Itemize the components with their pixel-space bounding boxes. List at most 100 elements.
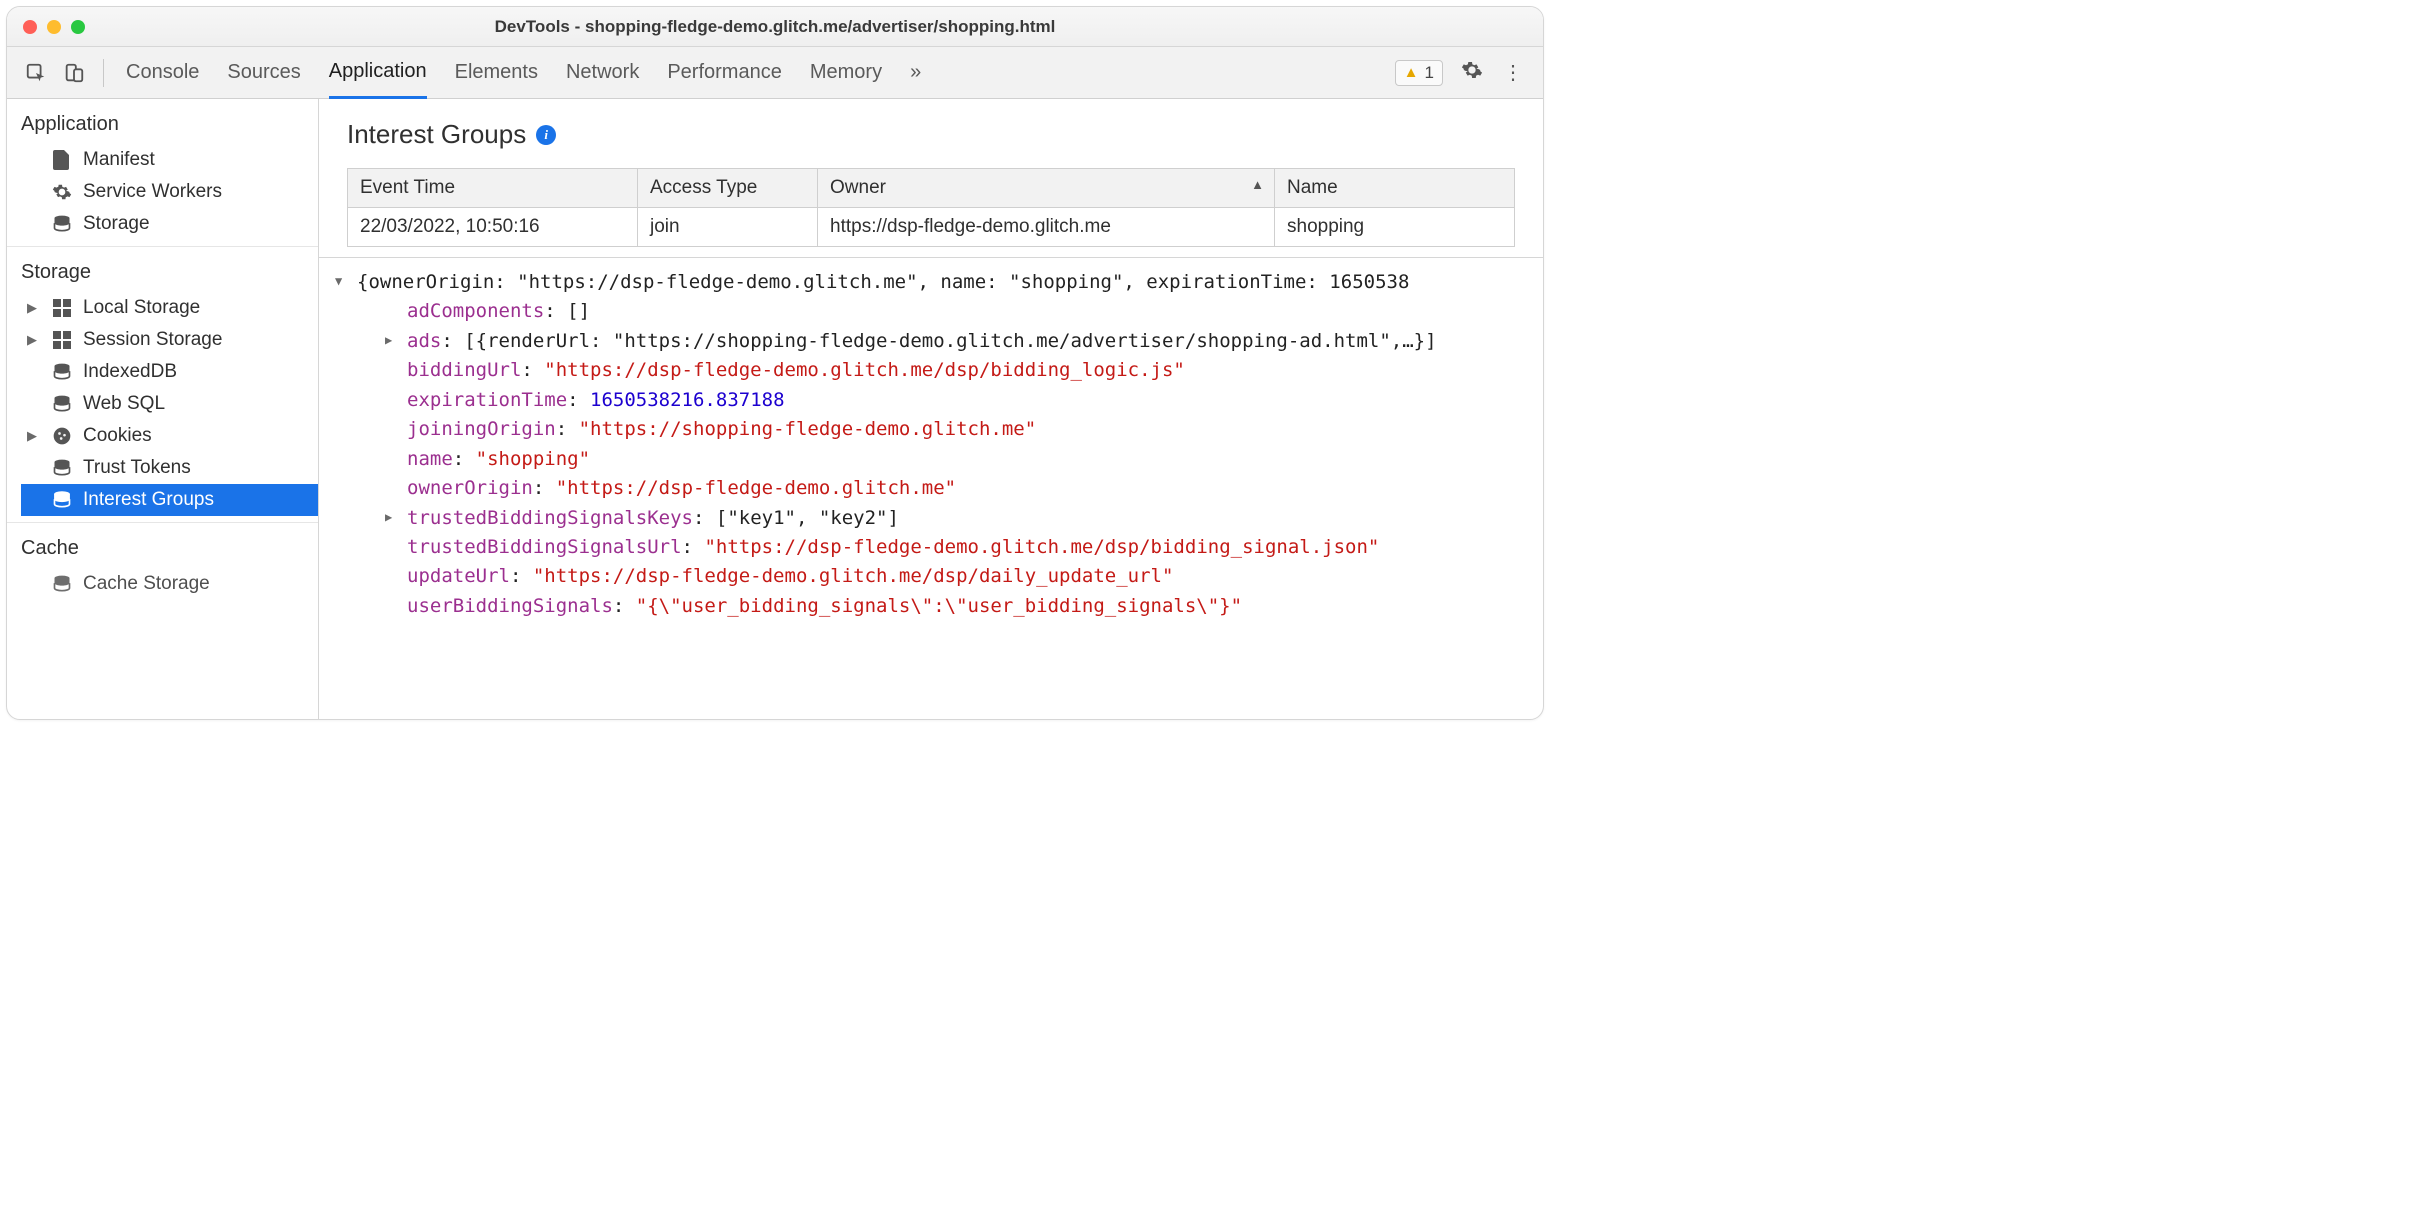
- cell-name: shopping: [1275, 208, 1515, 247]
- col-access-type[interactable]: Access Type: [638, 169, 818, 208]
- json-prop-ads[interactable]: ▶ads: [{renderUrl: "https://shopping-fle…: [383, 327, 1543, 356]
- sidebar-item-interest-groups[interactable]: Interest Groups: [21, 484, 318, 516]
- grid-icon: [51, 329, 73, 351]
- window-controls: [23, 20, 85, 34]
- sidebar-item-label: Session Storage: [83, 329, 222, 351]
- json-root[interactable]: ▼ {ownerOrigin: "https://dsp-fledge-demo…: [333, 268, 1543, 297]
- sidebar-heading: Cache: [21, 537, 318, 560]
- json-prop-adcomponents[interactable]: adComponents: []: [383, 297, 1543, 326]
- issues-badge[interactable]: ▲ 1: [1395, 60, 1443, 86]
- json-prop-updateurl[interactable]: updateUrl: "https://dsp-fledge-demo.glit…: [383, 562, 1543, 591]
- json-prop-trustedbiddingsignalsurl[interactable]: trustedBiddingSignalsUrl: "https://dsp-f…: [383, 533, 1543, 562]
- tabs-overflow-button[interactable]: »: [910, 47, 921, 98]
- disclosure-triangle-icon[interactable]: ▶: [27, 428, 37, 444]
- sidebar-item-manifest[interactable]: Manifest: [21, 144, 318, 176]
- sidebar-item-label: Web SQL: [83, 393, 165, 415]
- sidebar-item-label: Cache Storage: [83, 573, 210, 595]
- window-title: DevTools - shopping-fledge-demo.glitch.m…: [7, 17, 1543, 37]
- sidebar-heading: Application: [21, 113, 318, 136]
- minimize-window-button[interactable]: [47, 20, 61, 34]
- sidebar-item-storage[interactable]: Storage: [21, 208, 318, 240]
- sidebar-item-trust-tokens[interactable]: Trust Tokens: [21, 452, 318, 484]
- sidebar-item-indexeddb[interactable]: IndexedDB: [21, 356, 318, 388]
- col-name[interactable]: Name: [1275, 169, 1515, 208]
- sidebar-item-session-storage[interactable]: ▶ Session Storage: [21, 324, 318, 356]
- json-prop-trustedbiddingsignalskeys[interactable]: ▶trustedBiddingSignalsKeys: ["key1", "ke…: [383, 504, 1543, 533]
- tab-elements[interactable]: Elements: [455, 47, 538, 98]
- cookie-icon: [51, 425, 73, 447]
- gear-icon: [51, 181, 73, 203]
- sidebar-item-local-storage[interactable]: ▶ Local Storage: [21, 292, 318, 324]
- sidebar-section-cache: Cache Cache Storage: [7, 523, 318, 606]
- sidebar-item-label: Cookies: [83, 425, 152, 447]
- main-split: Application Manifest Service Workers Sto…: [7, 99, 1543, 719]
- panel-title-text: Interest Groups: [347, 119, 526, 150]
- col-event-time[interactable]: Event Time: [348, 169, 638, 208]
- detail-json-viewer: ▼ {ownerOrigin: "https://dsp-fledge-demo…: [319, 257, 1543, 621]
- sidebar-item-label: IndexedDB: [83, 361, 177, 383]
- disclosure-triangle-icon[interactable]: ▶: [27, 300, 37, 316]
- sidebar-section-storage: Storage ▶ Local Storage ▶ Session Storag…: [7, 247, 318, 523]
- table-header-row: Event Time Access Type Owner▲ Name: [348, 169, 1515, 208]
- info-icon[interactable]: i: [536, 125, 556, 145]
- sidebar-item-cache-storage[interactable]: Cache Storage: [21, 568, 318, 600]
- database-icon: [51, 489, 73, 511]
- json-prop-name[interactable]: name: "shopping": [383, 445, 1543, 474]
- database-icon: [51, 573, 73, 595]
- database-icon: [51, 457, 73, 479]
- tab-sources[interactable]: Sources: [227, 47, 300, 98]
- cell-owner: https://dsp-fledge-demo.glitch.me: [818, 208, 1275, 247]
- json-prop-ownerorigin[interactable]: ownerOrigin: "https://dsp-fledge-demo.gl…: [383, 474, 1543, 503]
- panel-title: Interest Groups i: [347, 119, 1515, 150]
- file-icon: [51, 149, 73, 171]
- settings-button[interactable]: [1451, 53, 1493, 93]
- main-toolbar: Console Sources Application Elements Net…: [7, 47, 1543, 99]
- json-prop-expirationtime[interactable]: expirationTime: 1650538216.837188: [383, 386, 1543, 415]
- sidebar-item-label: Local Storage: [83, 297, 200, 319]
- panel-tabs: Console Sources Application Elements Net…: [126, 47, 921, 98]
- tab-memory[interactable]: Memory: [810, 47, 882, 98]
- inspect-element-button[interactable]: [17, 56, 55, 90]
- database-icon: [51, 393, 73, 415]
- sidebar-heading: Storage: [21, 261, 318, 284]
- devtools-window: DevTools - shopping-fledge-demo.glitch.m…: [6, 6, 1544, 720]
- sidebar-item-cookies[interactable]: ▶ Cookies: [21, 420, 318, 452]
- toolbar-separator: [103, 59, 104, 87]
- json-prop-biddingurl[interactable]: biddingUrl: "https://dsp-fledge-demo.gli…: [383, 356, 1543, 385]
- sidebar-item-label: Manifest: [83, 149, 155, 171]
- database-icon: [51, 361, 73, 383]
- sidebar-item-label: Trust Tokens: [83, 457, 191, 479]
- tab-performance[interactable]: Performance: [667, 47, 782, 98]
- more-options-button[interactable]: ⋮: [1493, 54, 1533, 91]
- tab-application[interactable]: Application: [329, 48, 427, 99]
- disclosure-triangle-icon[interactable]: ▼: [335, 272, 342, 291]
- events-table: Event Time Access Type Owner▲ Name 22/03…: [347, 168, 1515, 247]
- close-window-button[interactable]: [23, 20, 37, 34]
- tab-network[interactable]: Network: [566, 47, 639, 98]
- zoom-window-button[interactable]: [71, 20, 85, 34]
- warning-icon: ▲: [1404, 64, 1419, 81]
- sidebar-item-websql[interactable]: Web SQL: [21, 388, 318, 420]
- sidebar-section-application: Application Manifest Service Workers Sto…: [7, 99, 318, 247]
- tab-console[interactable]: Console: [126, 47, 199, 98]
- table-row[interactable]: 22/03/2022, 10:50:16 join https://dsp-fl…: [348, 208, 1515, 247]
- col-owner[interactable]: Owner▲: [818, 169, 1275, 208]
- titlebar: DevTools - shopping-fledge-demo.glitch.m…: [7, 7, 1543, 47]
- sidebar-item-label: Service Workers: [83, 181, 222, 203]
- sidebar-item-label: Storage: [83, 213, 150, 235]
- application-sidebar: Application Manifest Service Workers Sto…: [7, 99, 319, 719]
- warning-count: 1: [1425, 63, 1434, 83]
- disclosure-triangle-icon[interactable]: ▶: [27, 332, 37, 348]
- cell-access-type: join: [638, 208, 818, 247]
- database-icon: [51, 213, 73, 235]
- grid-icon: [51, 297, 73, 319]
- panel-content: Interest Groups i Event Time Access Type…: [319, 99, 1543, 719]
- sort-up-icon: ▲: [1251, 177, 1264, 192]
- disclosure-triangle-icon[interactable]: ▶: [385, 508, 392, 527]
- json-prop-userbiddingsignals[interactable]: userBiddingSignals: "{\"user_bidding_sig…: [383, 592, 1543, 621]
- json-prop-joiningorigin[interactable]: joiningOrigin: "https://shopping-fledge-…: [383, 415, 1543, 444]
- sidebar-item-service-workers[interactable]: Service Workers: [21, 176, 318, 208]
- sidebar-item-label: Interest Groups: [83, 489, 214, 511]
- device-toolbar-button[interactable]: [55, 56, 93, 90]
- disclosure-triangle-icon[interactable]: ▶: [385, 331, 392, 350]
